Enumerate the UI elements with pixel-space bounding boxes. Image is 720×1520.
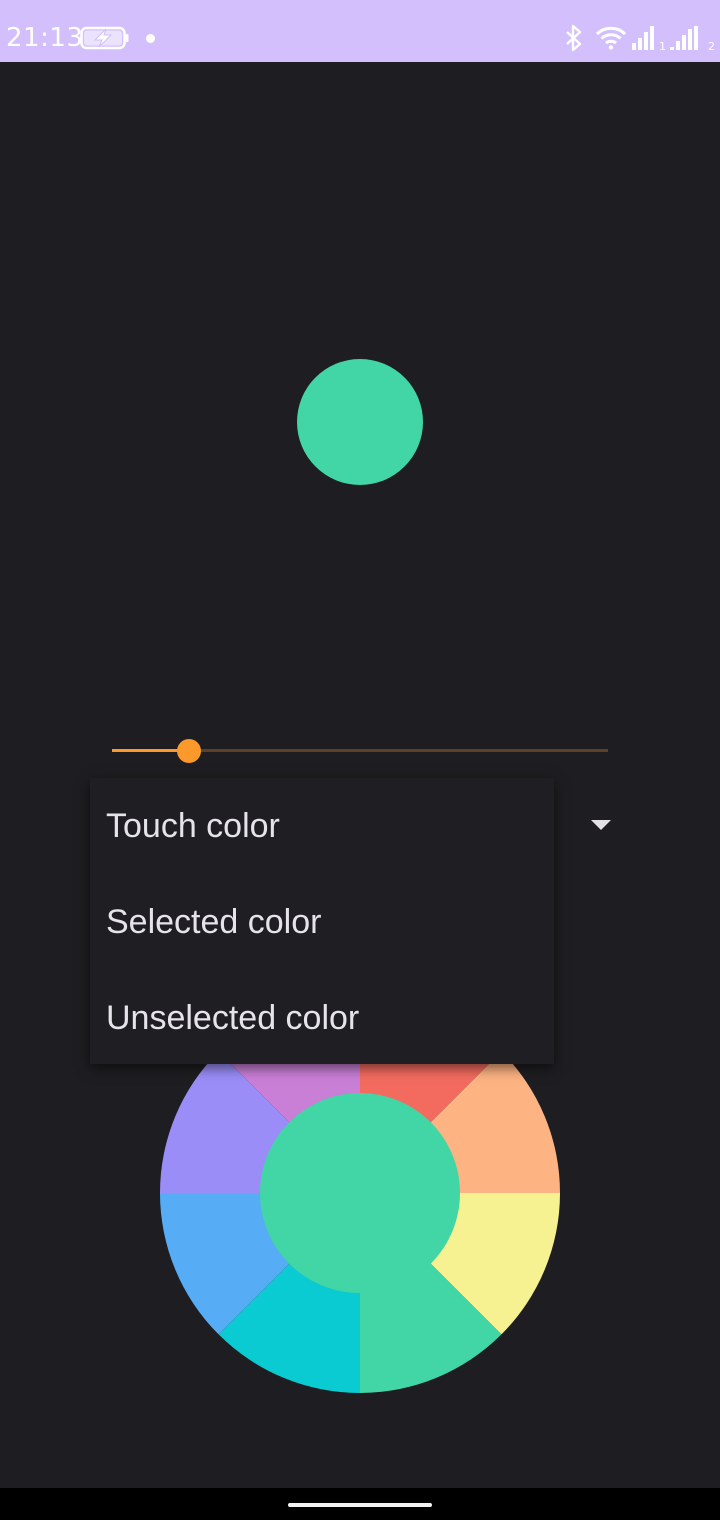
color-type-dropdown-menu: Touch color Selected color Unselected co… [90, 778, 554, 1064]
navigation-bar [0, 1488, 720, 1520]
menu-item-label: Selected color [106, 903, 322, 941]
dropdown-arrow-icon[interactable] [591, 820, 611, 830]
size-slider[interactable] [112, 736, 608, 766]
menu-item-touch-color[interactable]: Touch color [90, 778, 554, 874]
wifi-icon [595, 26, 627, 54]
menu-item-label: Touch color [106, 807, 280, 845]
home-gesture-handle[interactable] [288, 1503, 432, 1507]
menu-item-unselected-color[interactable]: Unselected color [90, 970, 554, 1066]
status-time: 21:13 [6, 23, 84, 53]
menu-item-label: Unselected color [106, 999, 360, 1037]
signal-sim2-icon: 2 [670, 26, 716, 56]
app-screen: 21:13 1 2 Touch color Selected color Uns… [0, 0, 720, 1520]
sim1-label: 1 [659, 40, 666, 52]
color-preview-dot [297, 359, 423, 485]
sim2-label: 2 [708, 40, 715, 52]
status-bar: 21:13 1 2 [0, 0, 720, 62]
menu-item-selected-color[interactable]: Selected color [90, 874, 554, 970]
signal-sim1-icon: 1 [632, 26, 668, 56]
bluetooth-icon [562, 24, 586, 56]
color-wheel-center [260, 1093, 460, 1293]
notification-dot-icon [146, 34, 155, 43]
charging-battery-icon [80, 26, 130, 54]
slider-thumb[interactable] [177, 739, 201, 763]
